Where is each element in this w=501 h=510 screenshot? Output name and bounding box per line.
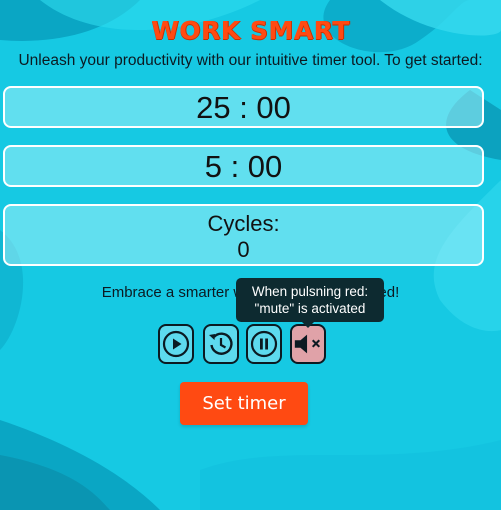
reset-button[interactable] <box>203 324 239 364</box>
timer-page: WORK SMART Unleash your productivity wit… <box>0 0 501 510</box>
mute-tooltip: When pulsning red: "mute" is activated <box>236 278 384 328</box>
cycles-display[interactable]: Cycles: 0 <box>3 204 484 266</box>
tooltip-line-1: When pulsning red: <box>251 284 369 299</box>
cycles-label: Cycles: <box>207 211 280 236</box>
play-icon <box>162 330 190 358</box>
play-button[interactable] <box>158 324 194 364</box>
reset-icon <box>209 332 233 355</box>
cycles-value: 0 <box>237 237 250 262</box>
mute-icon <box>294 334 321 354</box>
tooltip-arrow <box>302 322 314 328</box>
mute-button[interactable] <box>290 324 326 364</box>
pause-icon <box>250 330 278 358</box>
subtitle: Unleash your productivity with our intui… <box>18 52 483 69</box>
break-time-display[interactable]: 5 : 00 <box>3 145 484 187</box>
set-timer-button[interactable]: Set timer <box>180 382 308 425</box>
app-title: WORK SMART <box>151 16 350 45</box>
tooltip-line-2: "mute" is activated <box>254 301 366 316</box>
pause-button[interactable] <box>246 324 282 364</box>
work-time-display[interactable]: 25 : 00 <box>3 86 484 128</box>
